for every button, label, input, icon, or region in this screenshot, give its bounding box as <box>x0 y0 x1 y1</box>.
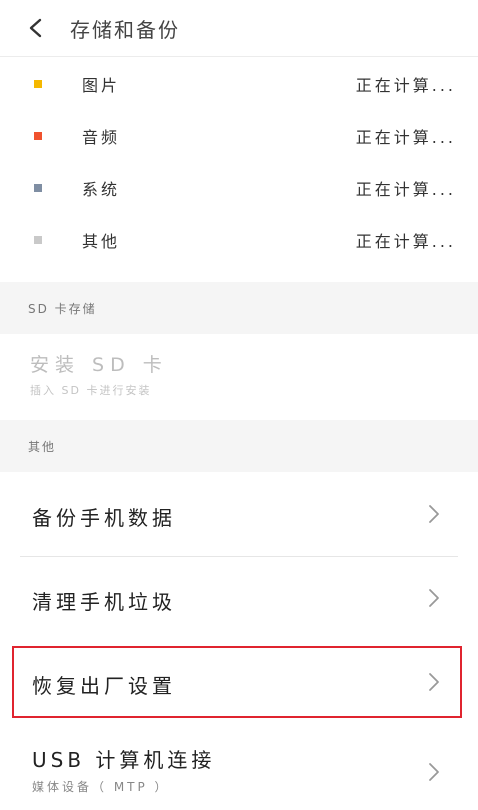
section-header-other: 其他 <box>0 420 478 472</box>
chevron-left-icon <box>29 18 42 38</box>
storage-row-audio: 音频 正在计算... <box>0 110 478 162</box>
menu-subtitle: 媒体设备（ MTP ） <box>32 780 170 794</box>
menu-label: 清理手机垃圾 <box>32 590 176 614</box>
clean-phone-junk-item[interactable]: 清理手机垃圾 <box>0 558 478 638</box>
divider <box>20 556 458 557</box>
storage-label: 图片 <box>82 76 121 95</box>
storage-row-system: 系统 正在计算... <box>0 162 478 214</box>
storage-value: 正在计算... <box>355 180 456 199</box>
header-bar: 存储和备份 <box>0 0 478 57</box>
storage-label: 系统 <box>82 180 121 199</box>
storage-row-other: 其他 正在计算... <box>0 214 478 266</box>
page-title: 存储和备份 <box>70 17 180 42</box>
chevron-right-icon <box>429 763 439 781</box>
highlight-box <box>12 646 462 718</box>
section-label: SD 卡存储 <box>28 301 97 316</box>
install-sd-item: 安装 SD 卡 插入 SD 卡进行安装 <box>0 336 478 410</box>
install-sd-subtitle: 插入 SD 卡进行安装 <box>30 384 152 397</box>
install-sd-title: 安装 SD 卡 <box>30 354 168 376</box>
backup-phone-data-item[interactable]: 备份手机数据 <box>0 474 478 554</box>
other-color-swatch <box>34 236 42 244</box>
storage-value: 正在计算... <box>355 76 456 95</box>
back-button[interactable] <box>12 0 60 56</box>
menu-label: 备份手机数据 <box>32 506 176 530</box>
system-color-swatch <box>34 184 42 192</box>
storage-value: 正在计算... <box>355 232 456 251</box>
storage-label: 音频 <box>82 128 121 147</box>
audio-color-swatch <box>34 132 42 140</box>
storage-label: 其他 <box>82 232 121 251</box>
section-header-sd: SD 卡存储 <box>0 282 478 334</box>
menu-label: USB 计算机连接 <box>32 748 216 772</box>
storage-row-images: 图片 正在计算... <box>0 58 478 110</box>
chevron-right-icon <box>429 505 439 523</box>
section-label: 其他 <box>28 439 57 454</box>
storage-value: 正在计算... <box>355 128 456 147</box>
chevron-right-icon <box>429 589 439 607</box>
usb-connection-item[interactable]: USB 计算机连接 媒体设备（ MTP ） <box>0 730 478 810</box>
images-color-swatch <box>34 80 42 88</box>
